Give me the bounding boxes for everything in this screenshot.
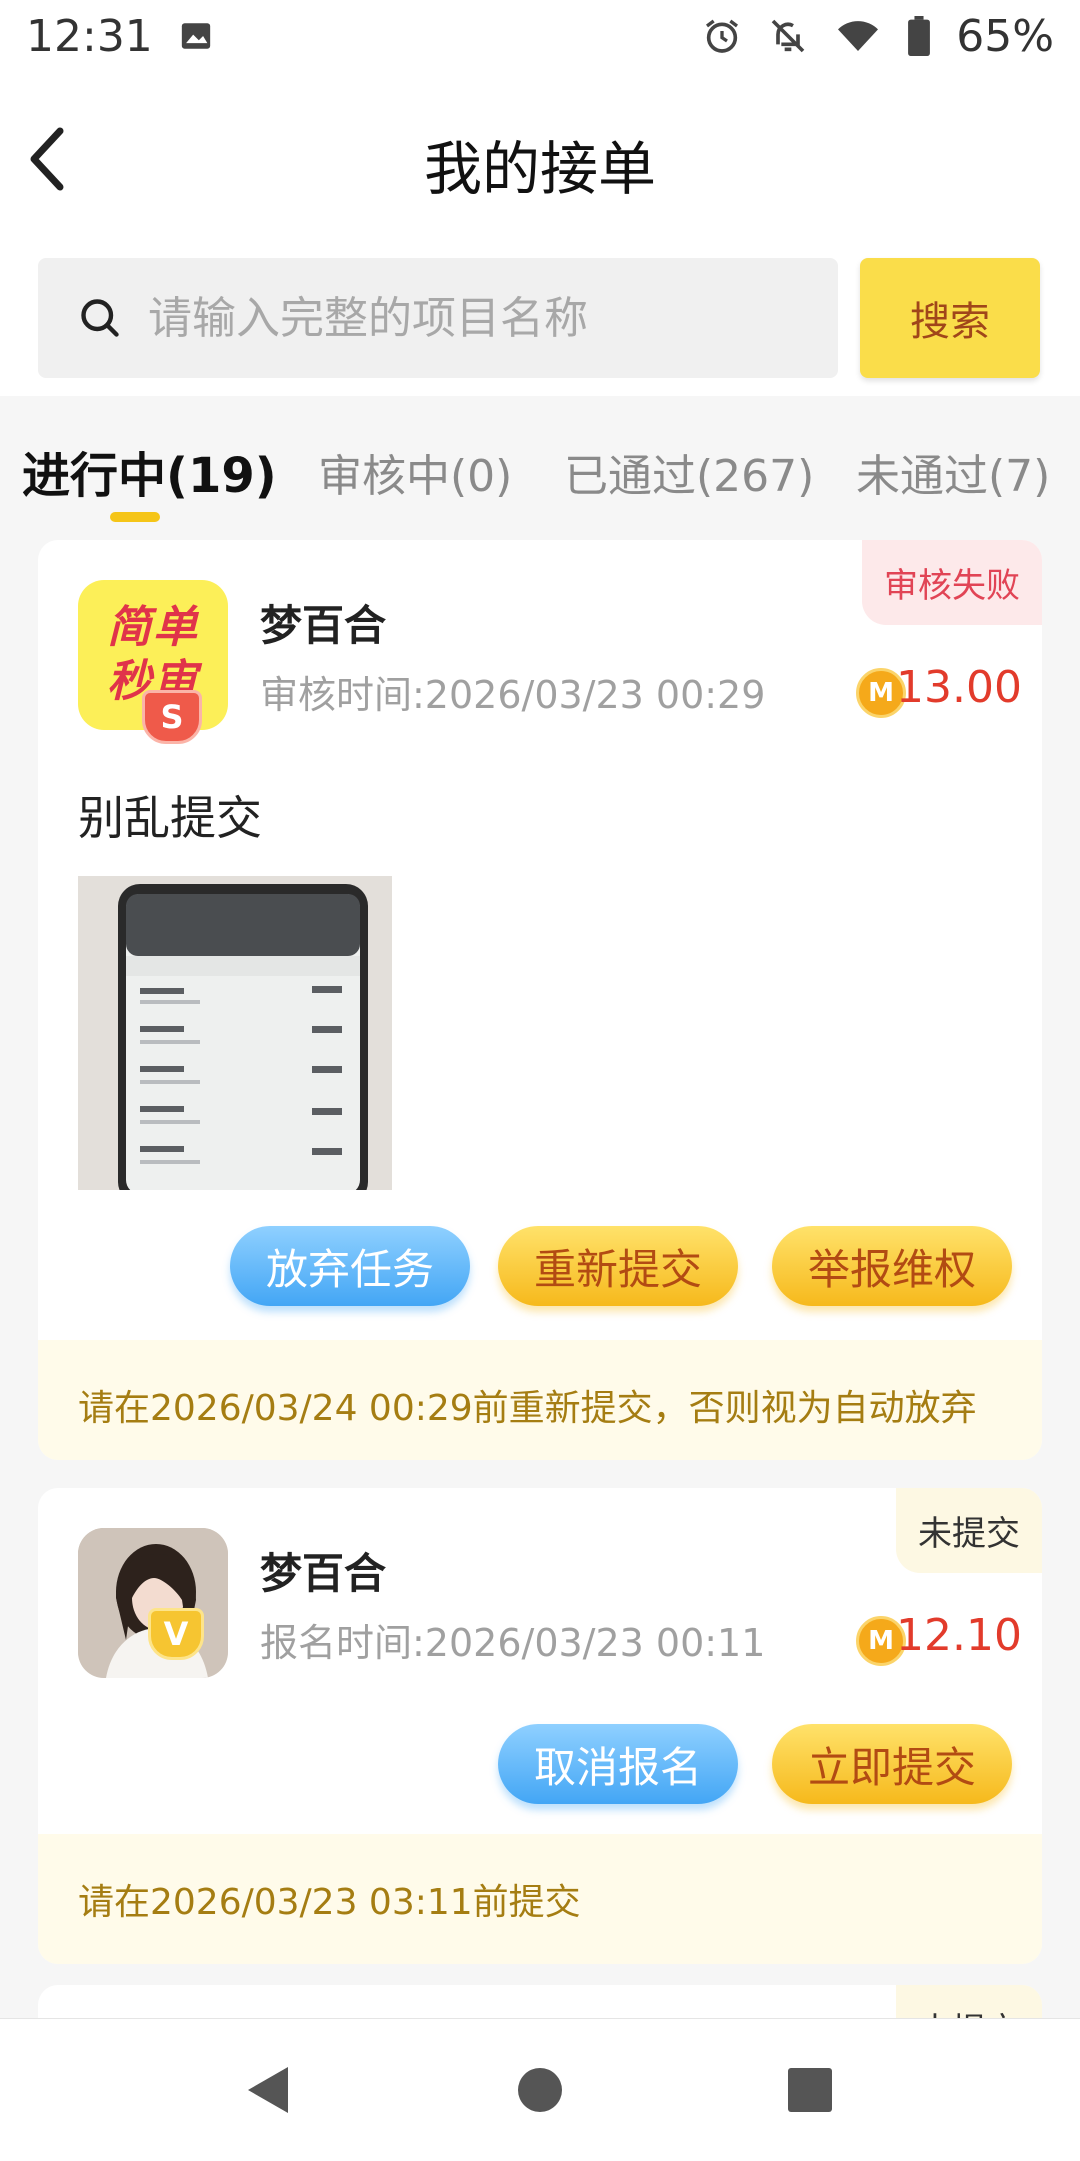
deadline-notice: 请在2026/03/24 00:29前重新提交，否则视为自动放弃 [38,1340,1042,1460]
task-card[interactable]: 审核失败 简单 秒审 S 梦百合 审核时间:2026/03/23 00:29 M… [38,540,1042,1460]
tab-approved[interactable]: 已通过(267) [564,440,814,504]
search-button[interactable]: 搜索 [860,258,1040,378]
status-badge: 审核失败 [862,540,1042,625]
nav-recents-button[interactable] [786,2063,834,2121]
header: 我的接单 [0,72,1080,240]
active-tab-indicator [110,512,160,522]
system-navigation-bar [0,2018,1080,2161]
resubmit-button[interactable]: 重新提交 [498,1226,738,1306]
circle-home-icon [518,2068,562,2112]
report-button[interactable]: 举报维权 [772,1226,1012,1306]
battery-icon [908,16,931,56]
task-card[interactable]: 未提交 V 梦百合 报名时间:2026/03/23 00:11 M 12.10 … [38,1488,1042,1964]
triangle-back-icon [248,2067,288,2113]
tab-rejected[interactable]: 未通过(7) [856,440,1050,504]
logo-text-line1: 简单 [107,602,199,653]
signup-time: 报名时间:2026/03/23 00:11 [260,1621,766,1665]
publisher-name: 梦百合 [260,601,387,650]
battery-level: 65% [956,10,1054,62]
cancel-signup-button[interactable]: 取消报名 [498,1724,738,1804]
search-bar: 搜索 [0,240,1080,396]
status-tabs: 进行中(19) 审核中(0) 已通过(267) 未通过(7) [0,420,1080,530]
nav-back-button[interactable] [244,2063,292,2121]
avatar [78,1528,228,1678]
nav-home-button[interactable] [516,2063,564,2121]
level-shield-icon: S [142,690,202,744]
deadline-notice: 请在2026/03/23 03:11前提交 [38,1834,1042,1964]
submit-now-button[interactable]: 立即提交 [772,1724,1012,1804]
verified-badge-icon: V [148,1608,204,1660]
search-input[interactable] [146,291,830,345]
review-time: 审核时间:2026/03/23 00:29 [260,673,766,717]
task-description: 别乱提交 [78,791,262,845]
image-notification-icon [179,19,213,53]
tab-in-progress[interactable]: 进行中(19) [22,436,277,506]
publisher-name: 梦百合 [260,1549,387,1598]
reward-amount: 13.00 [896,662,1022,713]
reward-amount: 12.10 [896,1610,1022,1661]
search-icon [81,299,119,337]
square-recents-icon [788,2068,832,2112]
page-title: 我的接单 [423,135,656,203]
search-box[interactable] [38,258,838,378]
wifi-icon [834,16,882,56]
status-bar: 12:31 65% [0,0,1080,72]
tab-reviewing[interactable]: 审核中(0) [318,440,512,504]
alarm-icon [702,16,742,56]
notifications-off-icon [768,16,808,56]
status-badge: 未提交 [896,1488,1042,1573]
submitted-screenshot[interactable] [78,876,392,1190]
abandon-task-button[interactable]: 放弃任务 [230,1226,470,1306]
status-time: 12:31 [26,10,153,62]
